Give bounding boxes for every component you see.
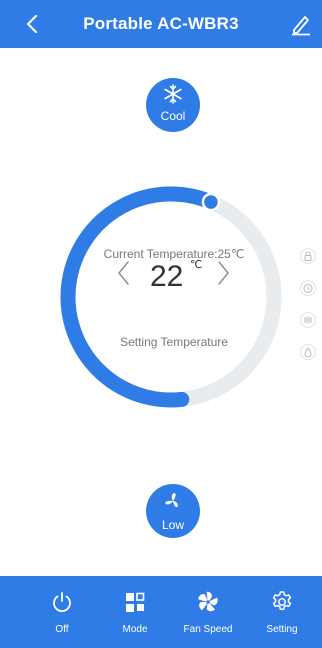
fan-icon (165, 492, 178, 508)
set-temperature-value: 22 (150, 260, 184, 293)
power-icon (53, 592, 71, 613)
timer-icon[interactable] (300, 280, 316, 296)
mode-button[interactable]: Cool (146, 78, 200, 132)
tab-setting-label: Setting (266, 624, 298, 635)
temperature-unit: ℃ (190, 259, 203, 271)
decrease-temperature-icon[interactable] (114, 260, 134, 286)
humidity-drop-icon[interactable] (300, 344, 316, 360)
page-title: Portable AC-WBR3 (83, 14, 239, 33)
snowflake-icon (164, 84, 182, 104)
tab-setting[interactable]: Setting (250, 576, 314, 648)
lock-icon[interactable] (300, 248, 316, 264)
gear-icon (272, 591, 292, 611)
mode-label: Cool (160, 109, 186, 123)
tab-fan-speed-label: Fan Speed (183, 624, 233, 635)
fan-speed-button[interactable]: Low (146, 484, 200, 538)
swing-icon[interactable] (300, 312, 316, 328)
tab-fan-speed[interactable]: Fan Speed (176, 576, 240, 648)
dial-knob (201, 192, 221, 212)
tab-off-label: Off (55, 624, 69, 635)
fan-speed-icon (198, 591, 218, 612)
mode-grid-icon (126, 592, 145, 612)
tab-mode-label: Mode (122, 624, 148, 635)
tab-mode[interactable]: Mode (103, 576, 167, 648)
fan-speed-label: Low (161, 518, 184, 532)
tab-off[interactable]: Off (30, 576, 94, 648)
temperature-control: 22 ℃ (110, 258, 240, 302)
pencil-icon[interactable] (290, 12, 312, 36)
bottom-tab-bar: Off Mode Fan Speed Setting (0, 576, 322, 648)
top-bar: Portable AC-WBR3 (0, 0, 322, 48)
setting-temperature-label: Setting Temperature (120, 335, 228, 349)
increase-temperature-icon[interactable] (213, 260, 233, 286)
